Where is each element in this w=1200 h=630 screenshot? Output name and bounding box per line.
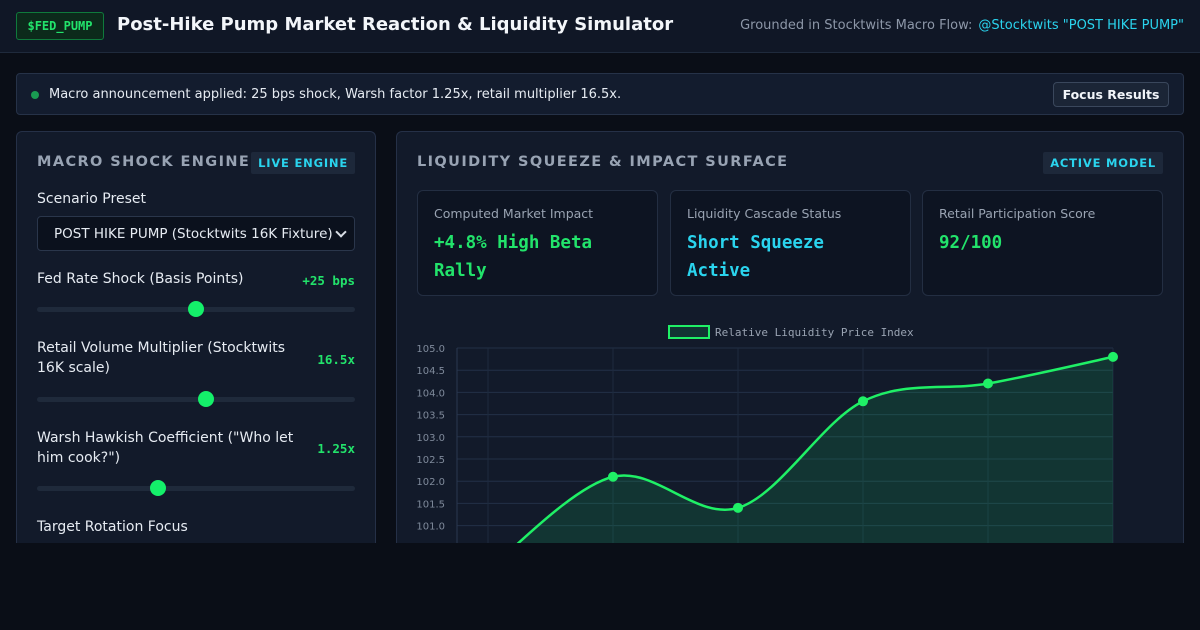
card-value: Short Squeeze Active bbox=[687, 233, 824, 281]
liquidity-surface-panel: LIQUIDITY SQUEEZE & IMPACT SURFACE ACTIV… bbox=[396, 131, 1184, 543]
card-label: Retail Participation Score bbox=[939, 206, 1096, 221]
card-value: +4.8% High Beta Rally bbox=[434, 233, 593, 281]
fed-rate-shock-value: +25 bps bbox=[302, 273, 355, 288]
ticker-badge: $FED_PUMP bbox=[16, 12, 104, 40]
data-point bbox=[608, 471, 618, 482]
card-value: 92/100 bbox=[939, 233, 1003, 253]
app-title: Post-Hike Pump Market Reaction & Liquidi… bbox=[117, 14, 674, 35]
y-tick-label: 105.0 bbox=[416, 344, 445, 355]
retail-participation-card: Retail Participation Score 92/100 bbox=[922, 190, 1163, 296]
data-point bbox=[733, 502, 743, 513]
liquidity-price-chart: 105.0 104.5 104.0 103.5 103.0 102.5 102.0 101.5… bbox=[416, 325, 1118, 543]
data-point bbox=[1108, 351, 1118, 362]
notice-text: Macro announcement applied: 25 bps shock… bbox=[49, 87, 622, 102]
focus-results-button[interactable]: Focus Results bbox=[1053, 82, 1169, 107]
legend-label: Relative Liquidity Price Index bbox=[715, 326, 914, 339]
status-dot-icon bbox=[31, 91, 39, 99]
y-tick-label: 101.0 bbox=[416, 522, 445, 533]
scenario-preset-select[interactable]: POST HIKE PUMP (Stocktwits 16K Fixture) bbox=[37, 216, 355, 251]
panel-title: LIQUIDITY SQUEEZE & IMPACT SURFACE bbox=[417, 154, 789, 170]
select-value: POST HIKE PUMP (Stocktwits 16K Fixture) bbox=[54, 225, 333, 242]
y-tick-label: 103.0 bbox=[416, 433, 445, 444]
slider-thumb[interactable] bbox=[188, 301, 204, 317]
grounded-label: Grounded in Stocktwits Macro Flow: bbox=[740, 18, 973, 33]
retail-volume-value: 16.5x bbox=[317, 352, 355, 367]
y-tick-label: 104.5 bbox=[416, 366, 445, 377]
warsh-coefficient-value: 1.25x bbox=[317, 441, 355, 456]
status-notice: Macro announcement applied: 25 bps shock… bbox=[16, 73, 1184, 115]
y-tick-label: 103.5 bbox=[416, 411, 445, 422]
scenario-preset-label: Scenario Preset bbox=[37, 191, 146, 207]
stocktwits-link[interactable]: @Stocktwits "POST HIKE PUMP" bbox=[978, 18, 1184, 33]
data-point bbox=[858, 396, 868, 407]
target-rotation-label: Target Rotation Focus bbox=[37, 519, 188, 535]
y-tick-label: 101.5 bbox=[416, 499, 445, 510]
panel-title: MACRO SHOCK ENGINE bbox=[37, 154, 251, 170]
grounded-info: Grounded in Stocktwits Macro Flow: @Stock… bbox=[740, 18, 1184, 33]
warsh-coefficient-slider[interactable] bbox=[37, 480, 355, 496]
slider-thumb[interactable] bbox=[197, 391, 214, 407]
data-point bbox=[983, 378, 993, 389]
macro-shock-panel: MACRO SHOCK ENGINE LIVE ENGINE Scenario … bbox=[16, 131, 376, 543]
active-model-badge: ACTIVE MODEL bbox=[1043, 152, 1163, 174]
card-label: Computed Market Impact bbox=[434, 206, 594, 221]
y-tick-label: 102.0 bbox=[416, 477, 445, 488]
fed-rate-shock-slider[interactable] bbox=[37, 301, 355, 317]
series-area bbox=[518, 356, 1113, 543]
fed-rate-shock-label: Fed Rate Shock (Basis Points) bbox=[37, 271, 244, 287]
liquidity-cascade-card: Liquidity Cascade Status Short Squeeze A… bbox=[670, 190, 911, 296]
market-impact-card: Computed Market Impact +4.8% High Beta R… bbox=[417, 190, 658, 296]
live-engine-badge: LIVE ENGINE bbox=[251, 152, 355, 174]
retail-volume-label: Retail Volume Multiplier (Stocktwits 16K… bbox=[37, 340, 286, 376]
chevron-down-icon bbox=[335, 226, 347, 238]
y-tick-label: 104.0 bbox=[416, 388, 445, 399]
warsh-coefficient-label: Warsh Hawkish Coefficient ("Who let him … bbox=[37, 430, 294, 466]
y-tick-label: 102.5 bbox=[416, 455, 445, 466]
top-bar: $FED_PUMP Post-Hike Pump Market Reaction… bbox=[0, 0, 1200, 53]
retail-volume-slider[interactable] bbox=[37, 391, 355, 407]
legend-swatch bbox=[668, 325, 710, 339]
card-label: Liquidity Cascade Status bbox=[687, 206, 842, 221]
slider-thumb[interactable] bbox=[149, 480, 166, 496]
